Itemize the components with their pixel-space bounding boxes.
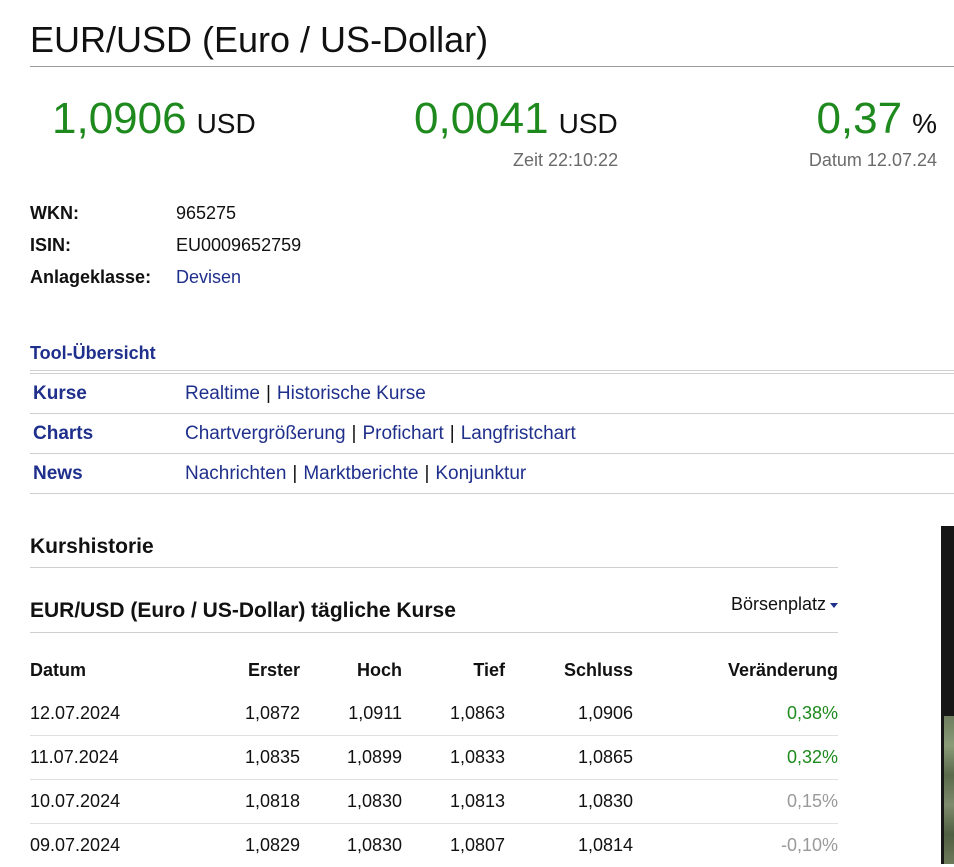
change-pct-value: 0,37 <box>816 94 902 143</box>
cell-close: 1,0814 <box>505 824 633 867</box>
column-header-veraenderung: Veränderung <box>633 648 838 692</box>
column-header-hoch: Hoch <box>300 648 402 692</box>
cell-date: 10.07.2024 <box>30 780 170 824</box>
history-table-title: EUR/USD (Euro / US-Dollar) tägliche Kurs… <box>30 599 456 622</box>
info-value: EU0009652759 <box>176 232 301 264</box>
quote-date: Datum 12.07.24 <box>809 150 937 171</box>
cell-high: 1,0911 <box>300 692 402 736</box>
exchange-dropdown[interactable]: Börsenplatz <box>731 594 838 615</box>
link-profichart[interactable]: Profichart <box>362 423 443 444</box>
change-pct-unit: % <box>912 108 937 139</box>
ad-image-photo <box>944 716 954 864</box>
info-row-wkn: WKN: 965275 <box>30 200 301 232</box>
cell-open: 1,0829 <box>170 824 300 867</box>
info-value: 965275 <box>176 200 236 232</box>
cell-close: 1,0865 <box>505 736 633 780</box>
cell-date: 12.07.2024 <box>30 692 170 736</box>
tool-overview-title: Tool-Übersicht <box>30 342 954 371</box>
price-value: 1,0906 <box>52 94 187 143</box>
link-separator: | <box>424 463 429 484</box>
link-separator: | <box>450 423 455 444</box>
side-ad-image[interactable] <box>941 526 954 864</box>
change-pct-block: 0,37% <box>816 94 937 144</box>
link-langfristchart[interactable]: Langfristchart <box>461 423 576 444</box>
page-title: EUR/USD (Euro / US-Dollar) <box>30 20 954 67</box>
link-separator: | <box>292 463 297 484</box>
link-realtime[interactable]: Realtime <box>185 383 260 404</box>
exchange-dropdown-label: Börsenplatz <box>731 594 826 614</box>
link-separator: | <box>266 383 271 404</box>
price-history-table: Datum Erster Hoch Tief Schluss Veränderu… <box>30 648 838 867</box>
info-label: WKN: <box>30 200 176 232</box>
link-marktberichte[interactable]: Marktberichte <box>303 463 418 484</box>
tool-row-charts: Charts Chartvergrößerung|Profichart|Lang… <box>30 414 954 454</box>
cell-open: 1,0835 <box>170 736 300 780</box>
tool-row-label[interactable]: Charts <box>30 414 185 453</box>
column-header-schluss: Schluss <box>505 648 633 692</box>
change-value: 0,0041 <box>414 94 549 143</box>
history-table-header: EUR/USD (Euro / US-Dollar) tägliche Kurs… <box>30 598 838 633</box>
asset-class-link[interactable]: Devisen <box>176 264 241 296</box>
instrument-info: WKN: 965275 ISIN: EU0009652759 Anlagekla… <box>30 200 301 296</box>
cell-open: 1,0872 <box>170 692 300 736</box>
cell-change: -0,10% <box>633 824 838 867</box>
cell-low: 1,0863 <box>402 692 505 736</box>
info-label: Anlageklasse: <box>30 264 176 296</box>
table-row: 11.07.2024 1,0835 1,0899 1,0833 1,0865 0… <box>30 736 838 780</box>
column-header-erster: Erster <box>170 648 300 692</box>
cell-date: 11.07.2024 <box>30 736 170 780</box>
link-nachrichten[interactable]: Nachrichten <box>185 463 286 484</box>
cell-high: 1,0830 <box>300 780 402 824</box>
quote-time: Zeit 22:10:22 <box>513 150 618 171</box>
cell-low: 1,0813 <box>402 780 505 824</box>
column-header-tief: Tief <box>402 648 505 692</box>
table-row: 09.07.2024 1,0829 1,0830 1,0807 1,0814 -… <box>30 824 838 867</box>
cell-high: 1,0830 <box>300 824 402 867</box>
link-konjunktur[interactable]: Konjunktur <box>435 463 526 484</box>
cell-change: 0,15% <box>633 780 838 824</box>
price-unit: USD <box>197 108 256 139</box>
table-header-row: Datum Erster Hoch Tief Schluss Veränderu… <box>30 648 838 692</box>
caret-down-icon <box>830 603 838 608</box>
table-row: 10.07.2024 1,0818 1,0830 1,0813 1,0830 0… <box>30 780 838 824</box>
tool-overview: Kurse Realtime|Historische Kurse Charts … <box>30 373 954 494</box>
tool-row-kurse: Kurse Realtime | Historische Kurse <box>30 374 954 414</box>
change-unit: USD <box>559 108 618 139</box>
tool-row-label[interactable]: Kurse <box>30 374 185 413</box>
cell-date: 09.07.2024 <box>30 824 170 867</box>
cell-high: 1,0899 <box>300 736 402 780</box>
column-header-datum: Datum <box>30 648 170 692</box>
table-row: 12.07.2024 1,0872 1,0911 1,0863 1,0906 0… <box>30 692 838 736</box>
cell-close: 1,0906 <box>505 692 633 736</box>
cell-change: 0,32% <box>633 736 838 780</box>
tool-row-news: News Nachrichten | Marktberichte | Konjunktu… <box>30 454 954 494</box>
info-row-isin: ISIN: EU0009652759 <box>30 232 301 264</box>
link-historische-kurse[interactable]: Historische Kurse <box>277 383 426 404</box>
price-block: 1,0906 USD <box>52 94 256 144</box>
link-chartvergroesserung[interactable]: Chartvergrößerung <box>185 423 346 444</box>
link-separator: | <box>352 423 357 444</box>
cell-low: 1,0807 <box>402 824 505 867</box>
cell-close: 1,0830 <box>505 780 633 824</box>
section-title-kurshistorie: Kurshistorie <box>30 534 838 568</box>
cell-open: 1,0818 <box>170 780 300 824</box>
info-row-asset-class: Anlageklasse: Devisen <box>30 264 301 296</box>
change-block: 0,0041 USD <box>414 94 618 144</box>
tool-row-label[interactable]: News <box>30 454 185 493</box>
cell-low: 1,0833 <box>402 736 505 780</box>
cell-change: 0,38% <box>633 692 838 736</box>
info-label: ISIN: <box>30 232 176 264</box>
